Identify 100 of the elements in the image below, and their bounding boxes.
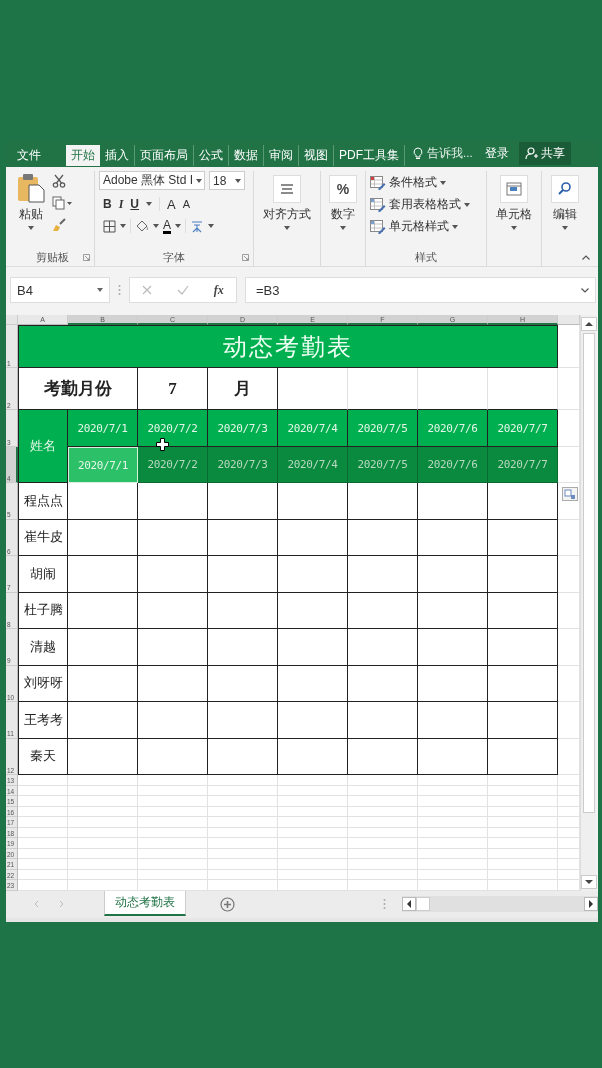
empty-cell[interactable]: [208, 848, 278, 859]
table-cell[interactable]: [488, 738, 558, 775]
empty-cell[interactable]: [278, 848, 348, 859]
scroll-right-icon[interactable]: [584, 897, 598, 911]
empty-cell[interactable]: [138, 775, 208, 786]
table-cell[interactable]: [348, 665, 418, 702]
grow-font-button[interactable]: A: [167, 196, 176, 212]
table-cell[interactable]: [488, 702, 558, 739]
empty-cell[interactable]: [138, 806, 208, 817]
empty-cell[interactable]: [278, 775, 348, 786]
table-cell[interactable]: [208, 702, 278, 739]
insert-function-button[interactable]: fx: [213, 282, 224, 298]
font-color-button[interactable]: A: [163, 218, 171, 234]
table-cell[interactable]: [278, 629, 348, 666]
empty-cell[interactable]: [418, 827, 488, 838]
scrollbar-thumb[interactable]: [416, 897, 430, 911]
table-cell[interactable]: [418, 592, 488, 629]
drag-handle-icon[interactable]: [118, 284, 121, 296]
table-cell[interactable]: [348, 592, 418, 629]
empty-cell[interactable]: [68, 806, 138, 817]
empty-cell[interactable]: [418, 806, 488, 817]
empty-cell[interactable]: [208, 785, 278, 796]
expand-icon[interactable]: [581, 287, 589, 293]
font-style-button[interactable]: U: [130, 197, 139, 211]
empty-cell[interactable]: [418, 880, 488, 891]
table-cell[interactable]: [68, 702, 138, 739]
table-cell[interactable]: [488, 592, 558, 629]
table-cell[interactable]: [68, 556, 138, 593]
empty-cell[interactable]: [138, 869, 208, 880]
table-cell[interactable]: [278, 483, 348, 520]
empty-cell[interactable]: [488, 827, 558, 838]
empty-cell[interactable]: [138, 838, 208, 849]
empty-cell[interactable]: [68, 775, 138, 786]
brush-icon[interactable]: [52, 218, 66, 232]
table-cell[interactable]: [138, 738, 208, 775]
borders-icon[interactable]: [103, 219, 116, 233]
empty-cell[interactable]: [488, 796, 558, 807]
editing-button[interactable]: 编辑: [548, 173, 582, 232]
add-sheet-icon[interactable]: [220, 896, 235, 912]
font-style-button[interactable]: B: [103, 197, 112, 211]
cancel-icon[interactable]: [142, 285, 153, 295]
empty-cell[interactable]: [348, 817, 418, 828]
empty-cell[interactable]: [138, 859, 208, 870]
empty-cell[interactable]: [208, 880, 278, 891]
empty-cell[interactable]: [208, 859, 278, 870]
empty-cell[interactable]: [418, 775, 488, 786]
font-size-dropdown[interactable]: 18: [209, 171, 245, 190]
empty-cell[interactable]: [138, 817, 208, 828]
drag-handle-icon[interactable]: [383, 898, 386, 910]
sign-in-link[interactable]: 登录: [484, 145, 509, 162]
empty-cell[interactable]: [68, 827, 138, 838]
empty-cell[interactable]: [68, 785, 138, 796]
empty-cell[interactable]: [278, 796, 348, 807]
table-cell[interactable]: [138, 556, 208, 593]
empty-cell[interactable]: [488, 848, 558, 859]
empty-cell[interactable]: [348, 796, 418, 807]
empty-cell[interactable]: [348, 869, 418, 880]
empty-cell[interactable]: [278, 806, 348, 817]
scissors-icon[interactable]: [52, 174, 66, 188]
collapse-ribbon-icon[interactable]: [582, 255, 590, 260]
empty-cell[interactable]: [68, 869, 138, 880]
table-cell[interactable]: [418, 556, 488, 593]
table-cell[interactable]: [138, 629, 208, 666]
table-cell[interactable]: [138, 665, 208, 702]
empty-cell[interactable]: [348, 806, 418, 817]
table-cell[interactable]: [348, 629, 418, 666]
scroll-down-icon[interactable]: [580, 874, 597, 889]
table-cell[interactable]: [418, 665, 488, 702]
empty-cell[interactable]: [348, 775, 418, 786]
empty-cell[interactable]: [208, 796, 278, 807]
empty-cell[interactable]: [488, 806, 558, 817]
table-cell[interactable]: [348, 519, 418, 556]
empty-cell[interactable]: [418, 848, 488, 859]
empty-cell[interactable]: [488, 869, 558, 880]
ribbon-tab[interactable]: PDF工具集: [334, 145, 405, 166]
scrollbar-thumb[interactable]: [582, 333, 595, 813]
table-cell[interactable]: [488, 629, 558, 666]
scroll-up-icon[interactable]: [580, 317, 597, 331]
empty-cell[interactable]: [208, 806, 278, 817]
table-cell[interactable]: [418, 483, 488, 520]
empty-cell[interactable]: [278, 869, 348, 880]
copy-icon[interactable]: [52, 196, 72, 210]
empty-cell[interactable]: [68, 880, 138, 891]
empty-cell[interactable]: [208, 817, 278, 828]
table-cell[interactable]: [68, 592, 138, 629]
table-cell[interactable]: [348, 702, 418, 739]
empty-cell[interactable]: [68, 848, 138, 859]
tell-me-field[interactable]: 告诉我...: [427, 146, 473, 161]
empty-cell[interactable]: [348, 859, 418, 870]
table-cell[interactable]: [488, 556, 558, 593]
alignment-button[interactable]: 对齐方式: [260, 173, 314, 232]
empty-cell[interactable]: [278, 838, 348, 849]
ribbon-tab[interactable]: 视图: [299, 145, 334, 166]
launcher-icon[interactable]: [242, 253, 249, 261]
empty-cell[interactable]: [138, 827, 208, 838]
empty-cell[interactable]: [278, 817, 348, 828]
empty-cell[interactable]: [278, 827, 348, 838]
check-icon[interactable]: [177, 285, 189, 295]
formula-field[interactable]: =B3: [245, 277, 596, 303]
table-cell[interactable]: [208, 665, 278, 702]
